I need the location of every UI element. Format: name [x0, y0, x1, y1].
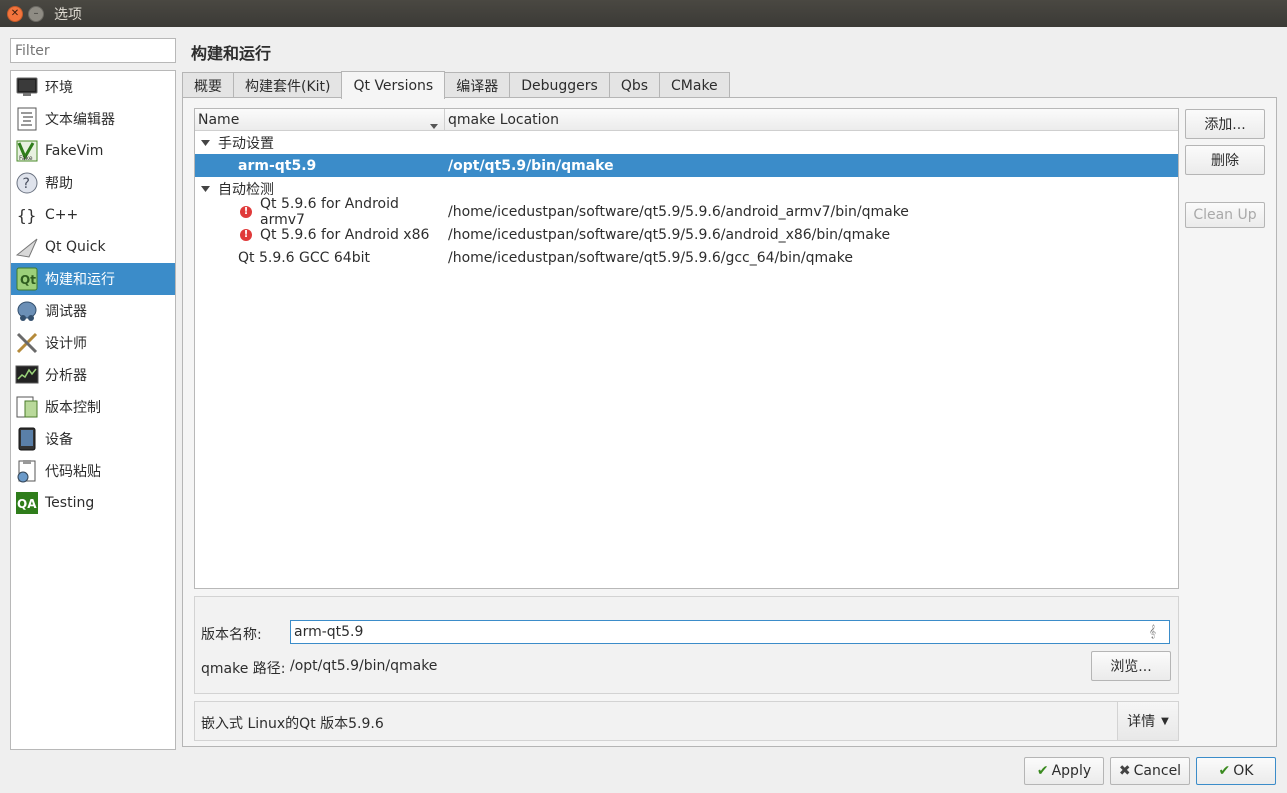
qt-quick-icon [15, 235, 39, 259]
version-info-text: 嵌入式 Linux的Qt 版本5.9.6 [201, 716, 384, 732]
ok-button[interactable]: ✔ OK [1196, 757, 1276, 785]
category-label: 分析器 [45, 368, 87, 384]
category-item-fakevim[interactable]: Fake FakeVim [11, 135, 175, 167]
add-button[interactable]: 添加... [1185, 109, 1265, 139]
column-header-qmake-location[interactable]: qmake Location [445, 109, 559, 130]
clean-up-button[interactable]: Clean Up [1185, 202, 1265, 228]
category-label: Testing [45, 495, 95, 511]
window-titlebar: ✕ – 选项 [0, 0, 1287, 27]
category-item-qt-quick[interactable]: Qt Quick [11, 231, 175, 263]
tab-overview[interactable]: 概要 [182, 72, 234, 98]
category-item-build-run[interactable]: Qt 构建和运行 [11, 263, 175, 295]
error-icon: ! [240, 228, 252, 241]
category-label: 设备 [45, 432, 73, 448]
tree-group-manual[interactable]: 手动设置 [195, 131, 1178, 154]
expand-arrow-icon[interactable] [201, 139, 211, 146]
category-item-text-editor[interactable]: 文本编辑器 [11, 103, 175, 135]
tab-kits[interactable]: 构建套件(Kit) [233, 72, 343, 98]
tab-cmake[interactable]: CMake [659, 72, 730, 98]
error-icon: ! [240, 205, 252, 218]
device-icon [15, 427, 39, 451]
chevron-down-icon: ▼ [1161, 715, 1169, 727]
category-item-debugger[interactable]: 调试器 [11, 295, 175, 327]
category-item-cpp[interactable]: {} C++ [11, 199, 175, 231]
checkmark-icon: ✔ [1218, 763, 1231, 779]
svg-text:{}: {} [17, 206, 36, 225]
fakevim-icon: Fake [15, 139, 39, 163]
tree-row[interactable]: ! Qt 5.9.6 for Android x86 /home/icedustp… [195, 223, 1178, 246]
apply-button[interactable]: ✔ Apply [1024, 757, 1104, 785]
category-label: 代码粘贴 [45, 464, 101, 480]
build-run-icon: Qt [15, 267, 39, 291]
qmake-path-value: /opt/qt5.9/bin/qmake [290, 658, 438, 674]
category-label: 构建和运行 [45, 272, 115, 288]
testing-qa-icon: QA [15, 491, 39, 515]
svg-text:Fake: Fake [19, 155, 33, 162]
monitor-icon [15, 75, 39, 99]
filter-input[interactable] [10, 38, 176, 63]
category-item-designer[interactable]: 设计师 [11, 327, 175, 359]
tree-header: Name qmake Location [195, 109, 1178, 131]
category-list: 环境 文本编辑器 Fake FakeVim ? 帮助 {} C++ Qt Qui… [10, 70, 176, 750]
category-label: 设计师 [45, 336, 87, 352]
help-icon: ? [15, 171, 39, 195]
tab-qt-versions[interactable]: Qt Versions [341, 71, 446, 99]
category-label: FakeVim [45, 143, 104, 159]
svg-text:?: ? [23, 176, 30, 192]
category-item-environment[interactable]: 环境 [11, 71, 175, 103]
version-name-input[interactable] [290, 620, 1170, 644]
version-name-label: 版本名称: [201, 627, 262, 643]
tab-compilers[interactable]: 编译器 [444, 72, 511, 98]
analyzer-icon [15, 363, 39, 387]
browse-button[interactable]: 浏览... [1091, 651, 1171, 681]
tab-bar: 概要 构建套件(Kit) Qt Versions 编译器 Debuggers Q… [182, 71, 730, 99]
window-title: 选项 [54, 6, 82, 23]
cancel-button[interactable]: ✖ Cancel [1110, 757, 1190, 785]
version-control-icon [15, 395, 39, 419]
minimize-icon[interactable]: – [28, 5, 44, 22]
debugger-icon [15, 299, 39, 323]
text-editor-icon [15, 107, 39, 131]
clear-text-icon[interactable]: 𝄞 [1149, 624, 1156, 639]
category-item-help[interactable]: ? 帮助 [11, 167, 175, 199]
category-item-analyzer[interactable]: 分析器 [11, 359, 175, 391]
details-toggle-button[interactable]: 详情 ▼ [1117, 702, 1178, 740]
checkmark-icon: ✔ [1036, 763, 1049, 779]
cancel-x-icon: ✖ [1118, 763, 1131, 779]
code-paste-icon [15, 459, 39, 483]
svg-text:QA: QA [17, 497, 37, 511]
tree-row[interactable]: Qt 5.9.6 GCC 64bit /home/icedustpan/soft… [195, 246, 1178, 269]
remove-button[interactable]: 删除 [1185, 145, 1265, 175]
tree-row[interactable]: arm-qt5.9 /opt/qt5.9/bin/qmake [195, 154, 1178, 177]
close-icon[interactable]: ✕ [7, 5, 23, 22]
page-title: 构建和运行 [191, 44, 272, 63]
sort-down-icon [430, 117, 438, 133]
qmake-path-label: qmake 路径: [201, 661, 286, 677]
category-item-version-control[interactable]: 版本控制 [11, 391, 175, 423]
category-label: Qt Quick [45, 239, 106, 255]
designer-icon [15, 331, 39, 355]
category-label: 文本编辑器 [45, 112, 115, 128]
tab-debuggers[interactable]: Debuggers [509, 72, 610, 98]
category-item-code-paste[interactable]: 代码粘贴 [11, 455, 175, 487]
category-item-device[interactable]: 设备 [11, 423, 175, 455]
qt-versions-tree[interactable]: Name qmake Location 手动设置 arm-qt5.9 /opt/… [194, 108, 1179, 589]
column-header-name[interactable]: Name [195, 109, 445, 130]
version-details-panel [194, 596, 1179, 694]
category-label: 版本控制 [45, 400, 101, 416]
svg-text:Qt: Qt [20, 273, 36, 287]
category-label: 调试器 [45, 304, 87, 320]
tab-qbs[interactable]: Qbs [608, 72, 661, 98]
braces-icon: {} [15, 203, 39, 227]
expand-arrow-icon[interactable] [201, 185, 211, 192]
category-label: C++ [45, 207, 79, 223]
category-label: 帮助 [45, 176, 73, 192]
category-item-testing[interactable]: QA Testing [11, 487, 175, 519]
category-label: 环境 [45, 80, 73, 96]
tree-row[interactable]: ! Qt 5.9.6 for Android armv7 /home/icedus… [195, 196, 1178, 228]
